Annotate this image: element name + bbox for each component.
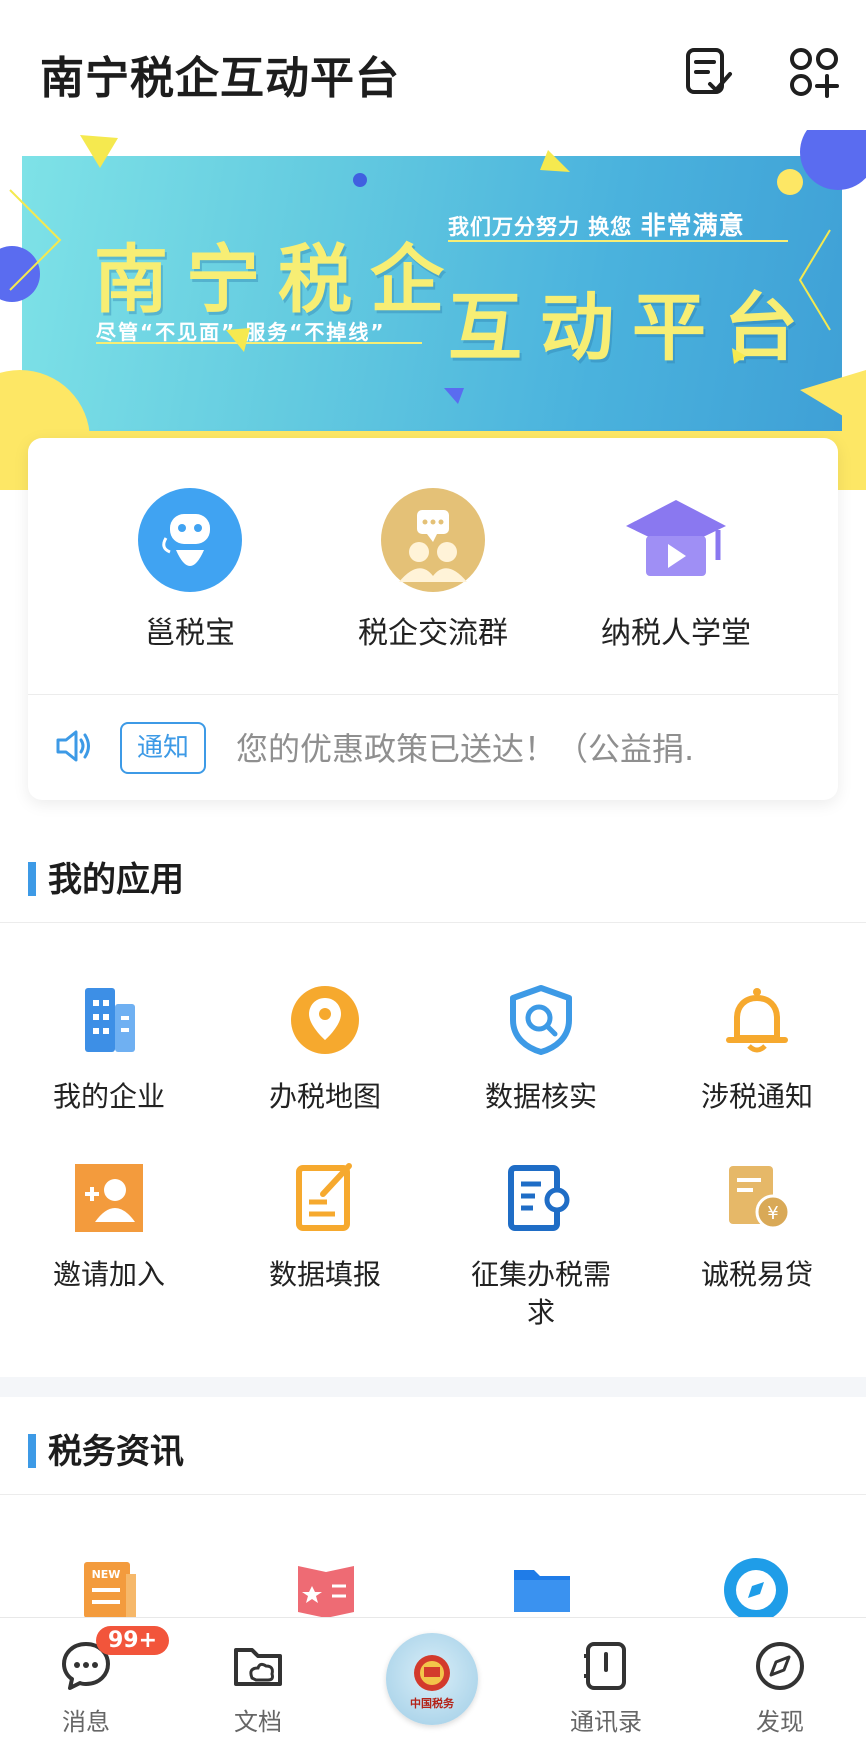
app-title: 南宁税企互动平台	[40, 53, 400, 104]
svg-text:中国税务: 中国税务	[410, 1696, 455, 1710]
document-folder-icon	[230, 1638, 286, 1694]
quick-item-group-chat[interactable]: 税企交流群	[333, 486, 533, 652]
section-accent-bar	[28, 1434, 36, 1468]
speaker-icon	[54, 726, 94, 770]
quick-item-label: 纳税人学堂	[601, 616, 751, 651]
map-pin-icon	[287, 982, 363, 1058]
app-label: 邀请加入	[52, 1258, 165, 1291]
app-tax-map[interactable]: 办税地图	[220, 982, 430, 1116]
discover-icon	[752, 1638, 808, 1694]
apps-add-icon[interactable]	[786, 44, 842, 100]
section-title-my-apps: 我的应用	[28, 852, 184, 901]
divider	[0, 1494, 866, 1495]
notice-bar[interactable]: 通知 您的优惠政策已送达！（公益捐.	[28, 694, 838, 800]
bottom-nav: 消息 99+ 文档 中国税务 通讯录 发现	[0, 1617, 866, 1746]
document-search-icon	[503, 1160, 579, 1236]
section-accent-bar	[28, 862, 36, 896]
app-label: 征集办税需 求	[470, 1258, 611, 1329]
app-tax-notice[interactable]: 涉税通知	[652, 982, 862, 1116]
robot-icon	[136, 486, 244, 594]
nav-label: 文档	[234, 1708, 282, 1736]
app-label: 诚税易贷	[700, 1258, 813, 1291]
nav-label: 通讯录	[570, 1708, 642, 1736]
notice-text: 您的优惠政策已送达！（公益捐.	[236, 730, 695, 768]
quick-item-label: 税企交流群	[358, 616, 508, 651]
edit-form-icon	[287, 1160, 363, 1236]
app-invite-join[interactable]: 邀请加入	[4, 1160, 214, 1294]
tax-emblem-icon[interactable]: 中国税务	[386, 1633, 478, 1725]
quick-item-yongshuibao[interactable]: 邕税宝	[90, 486, 290, 652]
top-header: 南宁税企互动平台	[0, 0, 866, 150]
section-title-text: 我的应用	[48, 860, 184, 900]
nav-discover[interactable]: 发现	[720, 1638, 840, 1737]
chat-group-icon	[379, 486, 487, 594]
app-label: 数据填报	[268, 1258, 381, 1291]
app-label: 办税地图	[268, 1080, 381, 1113]
building-icon	[71, 982, 147, 1058]
bell-icon	[719, 982, 795, 1058]
app-collect-needs[interactable]: 征集办税需 求	[436, 1160, 646, 1332]
section-gap	[0, 1377, 866, 1397]
app-data-report[interactable]: 数据填报	[220, 1160, 430, 1294]
shield-search-icon	[503, 982, 579, 1058]
svg-text:¥: ¥	[767, 1203, 778, 1224]
checklist-icon[interactable]	[680, 44, 736, 100]
banner-area: 我们万分努力 换您 非常满意 南宁税企 互动平台 尽管“不见面” 服务“不掉线”	[0, 130, 866, 490]
section-title-tax-news: 税务资讯	[28, 1424, 184, 1473]
folder-icon[interactable]	[510, 1556, 574, 1624]
quick-access-card: 邕税宝 税企交流群 纳税人学堂 通知 您的优惠政策已送达！（公益捐.	[28, 438, 838, 800]
nav-documents[interactable]: 文档	[198, 1638, 318, 1737]
graduation-cap-icon	[622, 486, 730, 594]
divider	[0, 922, 866, 923]
quick-item-taxpayer-school[interactable]: 纳税人学堂	[576, 486, 776, 652]
app-credit-loan[interactable]: ¥ 诚税易贷	[652, 1160, 862, 1294]
banner-decor	[0, 130, 866, 490]
contacts-icon	[578, 1638, 634, 1694]
notice-badge: 通知	[120, 722, 206, 774]
news-icon[interactable]: NEW	[78, 1556, 142, 1624]
loan-icon: ¥	[719, 1160, 795, 1236]
app-data-verify[interactable]: 数据核实	[436, 982, 646, 1116]
app-label: 数据核实	[484, 1080, 597, 1113]
svg-text:NEW: NEW	[92, 1568, 121, 1581]
add-user-icon	[71, 1160, 147, 1236]
app-my-company[interactable]: 我的企业	[4, 982, 214, 1116]
quick-item-label: 邕税宝	[145, 616, 235, 651]
unread-badge: 99+	[96, 1626, 170, 1655]
nav-contacts[interactable]: 通讯录	[546, 1638, 666, 1737]
app-label: 我的企业	[52, 1080, 165, 1113]
policy-book-icon[interactable]	[294, 1556, 358, 1624]
app-label: 涉税通知	[700, 1080, 813, 1113]
nav-label: 消息	[62, 1708, 110, 1736]
section-title-text: 税务资讯	[48, 1432, 184, 1472]
nav-label: 发现	[756, 1708, 804, 1736]
